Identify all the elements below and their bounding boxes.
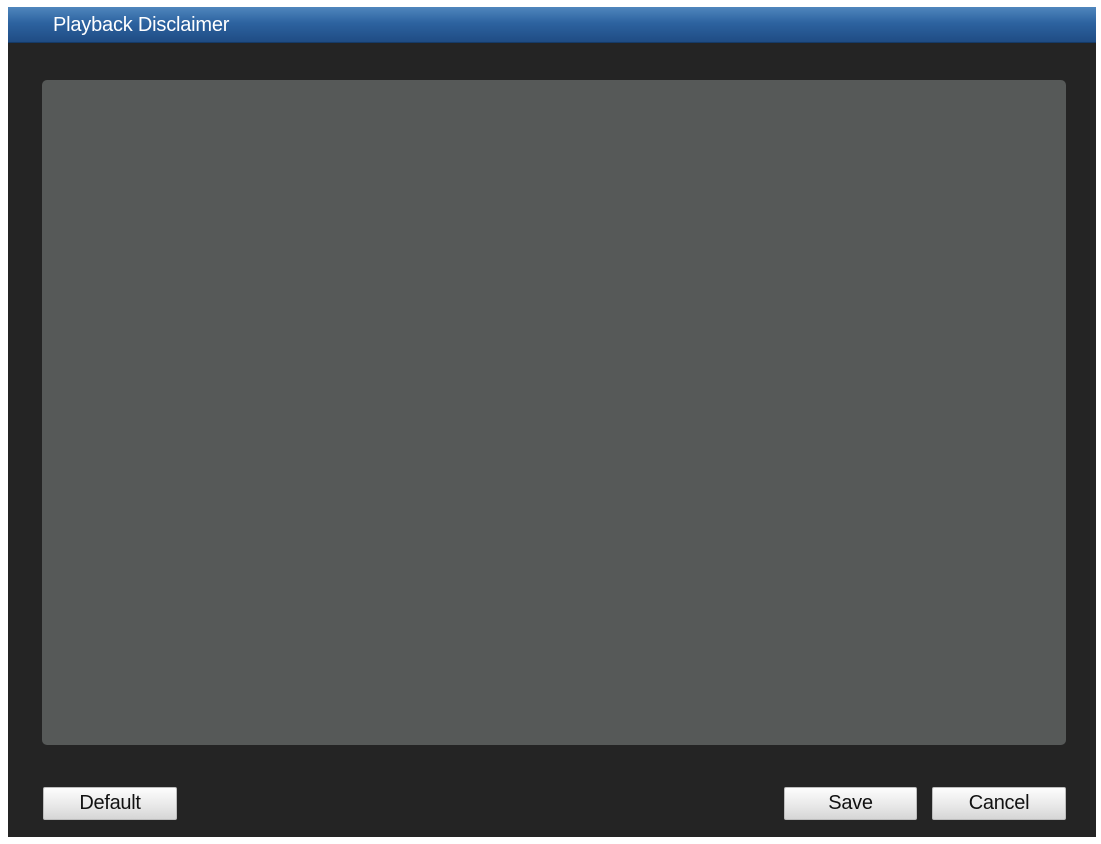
title-bar: Playback Disclaimer: [8, 7, 1096, 43]
default-button[interactable]: Default: [43, 787, 177, 820]
cancel-button[interactable]: Cancel: [932, 787, 1066, 820]
save-button[interactable]: Save: [784, 787, 917, 820]
dialog-title: Playback Disclaimer: [53, 14, 230, 36]
playback-disclaimer-dialog: Playback Disclaimer Default Save Cancel: [8, 7, 1096, 837]
disclaimer-text-area[interactable]: [42, 80, 1066, 745]
